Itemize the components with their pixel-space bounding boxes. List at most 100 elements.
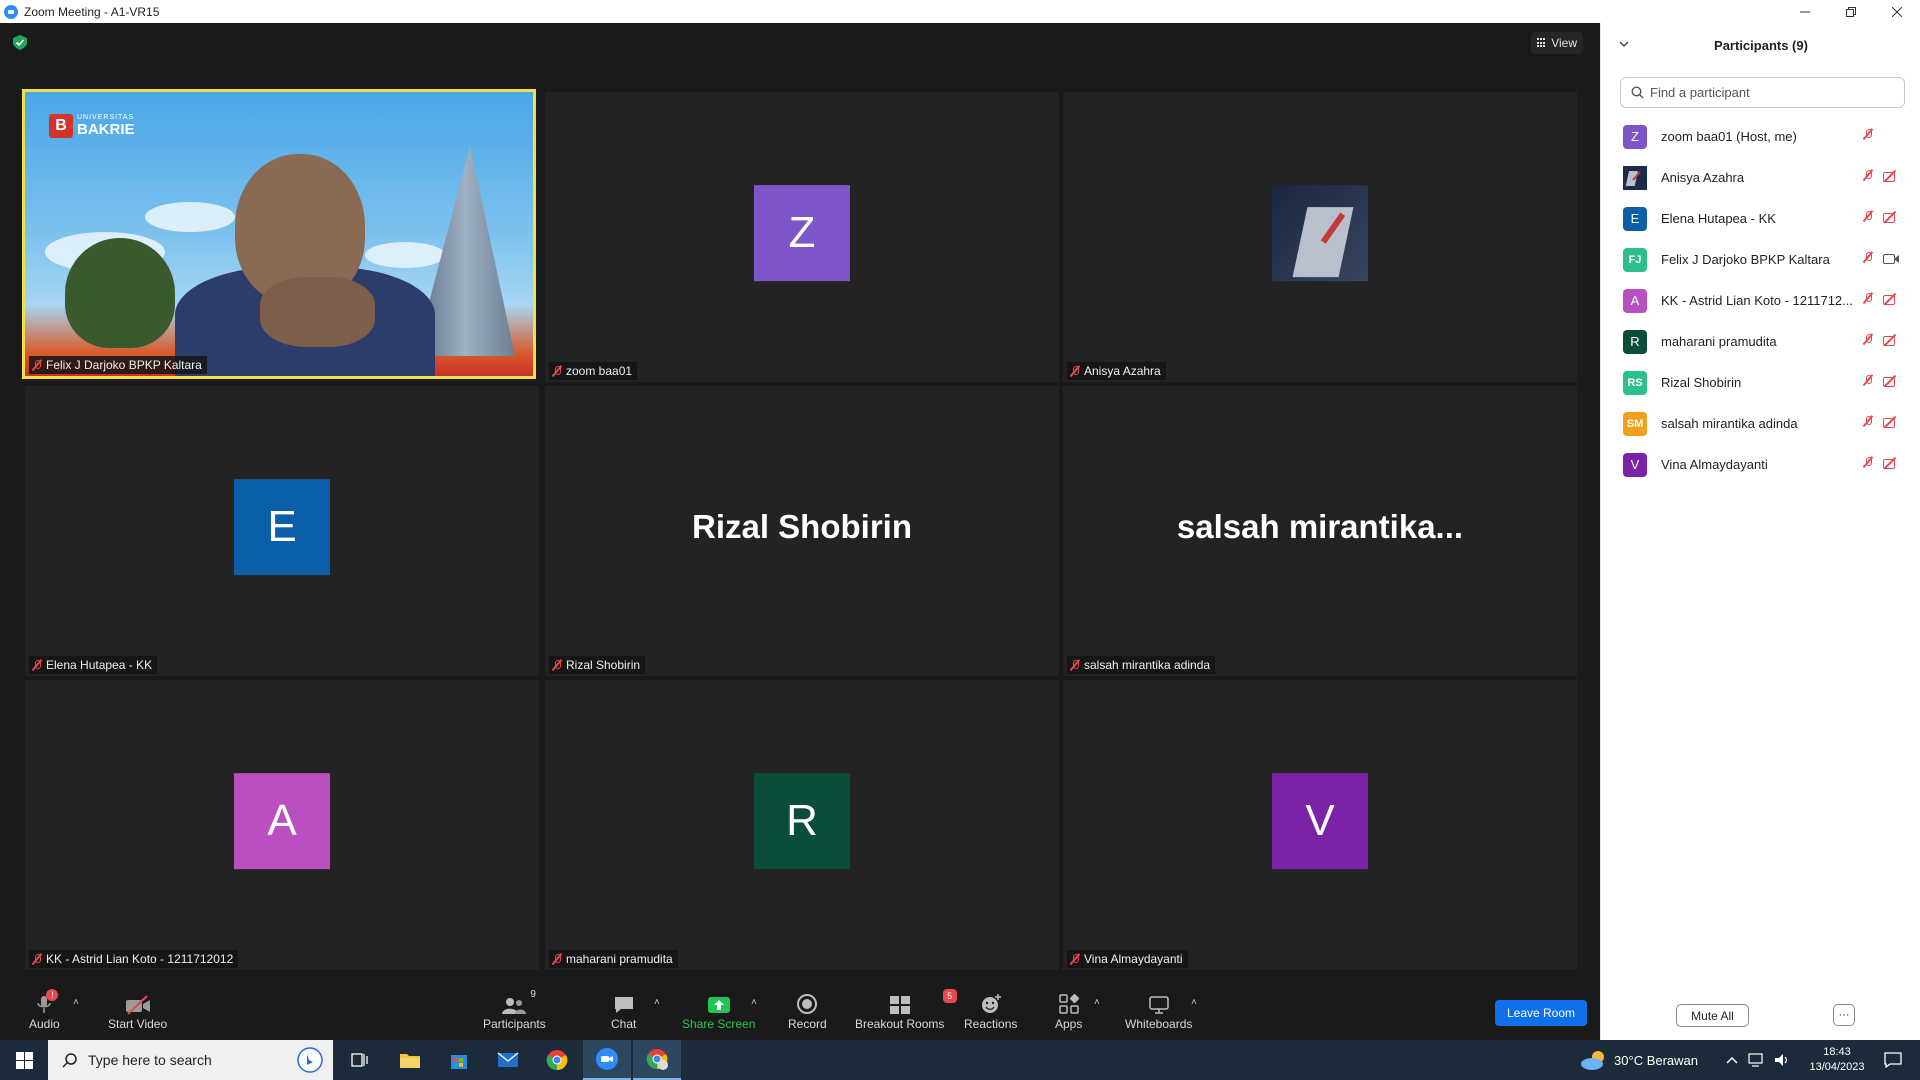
participant-status-icons: [1862, 415, 1899, 429]
participant-avatar: [1623, 165, 1647, 190]
tile-name-label: maharani pramudita: [549, 950, 678, 968]
participant-display-name: Rizal Shobirin: [691, 508, 912, 546]
video-tile[interactable]: salsah mirantika... salsah mirantika adi…: [1063, 386, 1577, 676]
chrome-icon[interactable]: [533, 1040, 581, 1080]
whiteboards-options-caret[interactable]: ˄: [1191, 997, 1197, 1008]
find-participant-input[interactable]: [1650, 85, 1880, 100]
restore-button[interactable]: [1828, 0, 1874, 23]
video-tile[interactable]: V Vina Almaydayanti: [1063, 680, 1577, 970]
participant-avatar: R: [754, 773, 850, 870]
record-icon: [797, 994, 818, 1014]
video-tile[interactable]: E Elena Hutapea - KK: [25, 386, 539, 676]
breakout-rooms-button[interactable]: 5 Breakout Rooms: [855, 989, 957, 1031]
video-tile[interactable]: Z zoom baa01: [545, 92, 1059, 382]
mic-muted-icon: [1862, 415, 1874, 427]
participants-count: 9: [530, 989, 536, 1000]
video-tile-active-speaker[interactable]: B UNIVERSITAS BAKRIE Felix J Darjoko BPK…: [22, 89, 536, 379]
mail-icon[interactable]: [484, 1040, 532, 1080]
camera-off-icon: [1882, 333, 1899, 347]
participant-row[interactable]: SM salsah mirantika adinda: [1601, 403, 1920, 444]
tile-name-label: KK - Astrid Lian Koto - 1211712012: [29, 950, 239, 968]
system-tray: 30°C Berawan 18:43 13/04/2023: [1580, 1040, 1920, 1080]
minimize-button[interactable]: [1782, 0, 1828, 23]
reactions-smiley-icon: [981, 994, 1001, 1013]
windows-taskbar: Type here to search 30°C Berawan 18:43 1…: [0, 1040, 1920, 1080]
participants-button[interactable]: 9 Participants: [483, 989, 546, 1031]
start-video-button[interactable]: Start Video: [108, 989, 167, 1031]
participant-avatar: E: [1623, 206, 1647, 231]
zoom-taskbar-icon[interactable]: [583, 1040, 631, 1080]
breakout-rooms-badge: 5: [942, 989, 957, 1003]
share-screen-button[interactable]: Share Screen: [682, 989, 755, 1031]
view-button[interactable]: View: [1531, 32, 1583, 54]
chat-button[interactable]: Chat: [611, 989, 636, 1031]
video-tile[interactable]: A KK - Astrid Lian Koto - 1211712012: [25, 680, 539, 970]
zoom-window: Zoom Meeting - A1-VR15 View B UNIVERSITA…: [0, 0, 1920, 1080]
start-button[interactable]: [0, 1040, 48, 1080]
mic-muted-icon: [1069, 659, 1081, 671]
participant-name: Elena Hutapea - KK: [1661, 211, 1776, 226]
microsoft-store-icon[interactable]: [435, 1040, 483, 1080]
title-bar: Zoom Meeting - A1-VR15: [0, 0, 1920, 23]
participant-row[interactable]: V Vina Almaydayanti: [1601, 444, 1920, 485]
video-tile[interactable]: Anisya Azahra: [1063, 92, 1577, 382]
whiteboards-button[interactable]: Whiteboards: [1125, 989, 1192, 1031]
camera-off-icon: [1882, 292, 1899, 306]
video-tile[interactable]: R maharani pramudita: [545, 680, 1059, 970]
participant-row[interactable]: Anisya Azahra: [1601, 157, 1920, 198]
search-icon: [1631, 86, 1644, 99]
reactions-button[interactable]: Reactions: [964, 989, 1017, 1031]
chat-options-caret[interactable]: ˄: [654, 997, 660, 1008]
whiteboard-icon: [1148, 996, 1169, 1014]
collapse-chevron-icon[interactable]: [1619, 39, 1629, 51]
record-button[interactable]: Record: [788, 989, 827, 1031]
window-controls: [1782, 0, 1920, 23]
mic-muted-icon: [1862, 169, 1874, 181]
chrome-profile-icon[interactable]: [633, 1040, 681, 1080]
audio-button[interactable]: ! Audio: [29, 989, 60, 1031]
participant-avatar: R: [1623, 329, 1647, 354]
mic-muted-icon: [1862, 210, 1874, 222]
share-options-caret[interactable]: ˄: [751, 997, 757, 1008]
close-button[interactable]: [1874, 0, 1920, 23]
participant-row[interactable]: RS Rizal Shobirin: [1601, 362, 1920, 403]
mute-all-button[interactable]: Mute All: [1676, 1004, 1749, 1027]
participant-row[interactable]: A KK - Astrid Lian Koto - 1211712...: [1601, 280, 1920, 321]
file-explorer-icon[interactable]: [386, 1040, 434, 1080]
bing-icon[interactable]: [297, 1047, 323, 1073]
participant-row[interactable]: FJ Felix J Darjoko BPKP Kaltara: [1601, 239, 1920, 280]
find-participant-field[interactable]: [1620, 77, 1905, 108]
video-tile[interactable]: Rizal Shobirin Rizal Shobirin: [545, 386, 1059, 676]
video-off-icon: [125, 995, 150, 1015]
participant-name: Rizal Shobirin: [1661, 375, 1742, 390]
participant-name: zoom baa01 (Host, me): [1661, 129, 1797, 144]
mic-muted-icon: [1862, 333, 1874, 345]
more-options-button[interactable]: ···: [1833, 1004, 1855, 1026]
participant-row[interactable]: Zzoom baa01 (Host, me): [1601, 116, 1920, 157]
apps-options-caret[interactable]: ˄: [1094, 997, 1100, 1008]
participant-status-icons: [1862, 456, 1899, 470]
weather-text[interactable]: 30°C Berawan: [1614, 1053, 1698, 1068]
apps-button[interactable]: Apps: [1055, 989, 1082, 1031]
mic-muted-icon: [1069, 365, 1081, 377]
mic-muted-icon: [1862, 292, 1874, 304]
taskbar-clock[interactable]: 18:43 13/04/2023: [1798, 1045, 1876, 1075]
weather-cloud-icon: [1581, 1051, 1605, 1070]
participant-name: maharani pramudita: [1661, 334, 1777, 349]
participant-avatar: FJ: [1623, 247, 1647, 272]
mic-muted-icon: [31, 659, 43, 671]
speaker-icon[interactable]: [1774, 1053, 1790, 1067]
share-screen-icon: [707, 997, 730, 1013]
network-icon[interactable]: [1748, 1053, 1766, 1067]
participant-row[interactable]: Rmaharani pramudita: [1601, 321, 1920, 362]
participant-row[interactable]: E Elena Hutapea - KK: [1601, 198, 1920, 239]
audio-options-caret[interactable]: ˄: [73, 997, 79, 1008]
task-view-icon[interactable]: [336, 1040, 384, 1080]
notifications-icon[interactable]: [1884, 1052, 1902, 1068]
panel-header: Participants (9): [1601, 23, 1920, 68]
panel-title: Participants (9): [1714, 38, 1808, 53]
taskbar-search-box[interactable]: Type here to search: [48, 1040, 333, 1080]
tray-chevron-up-icon[interactable]: [1726, 1056, 1738, 1064]
encryption-shield-icon[interactable]: [13, 35, 27, 50]
leave-room-button[interactable]: Leave Room: [1495, 1000, 1587, 1026]
